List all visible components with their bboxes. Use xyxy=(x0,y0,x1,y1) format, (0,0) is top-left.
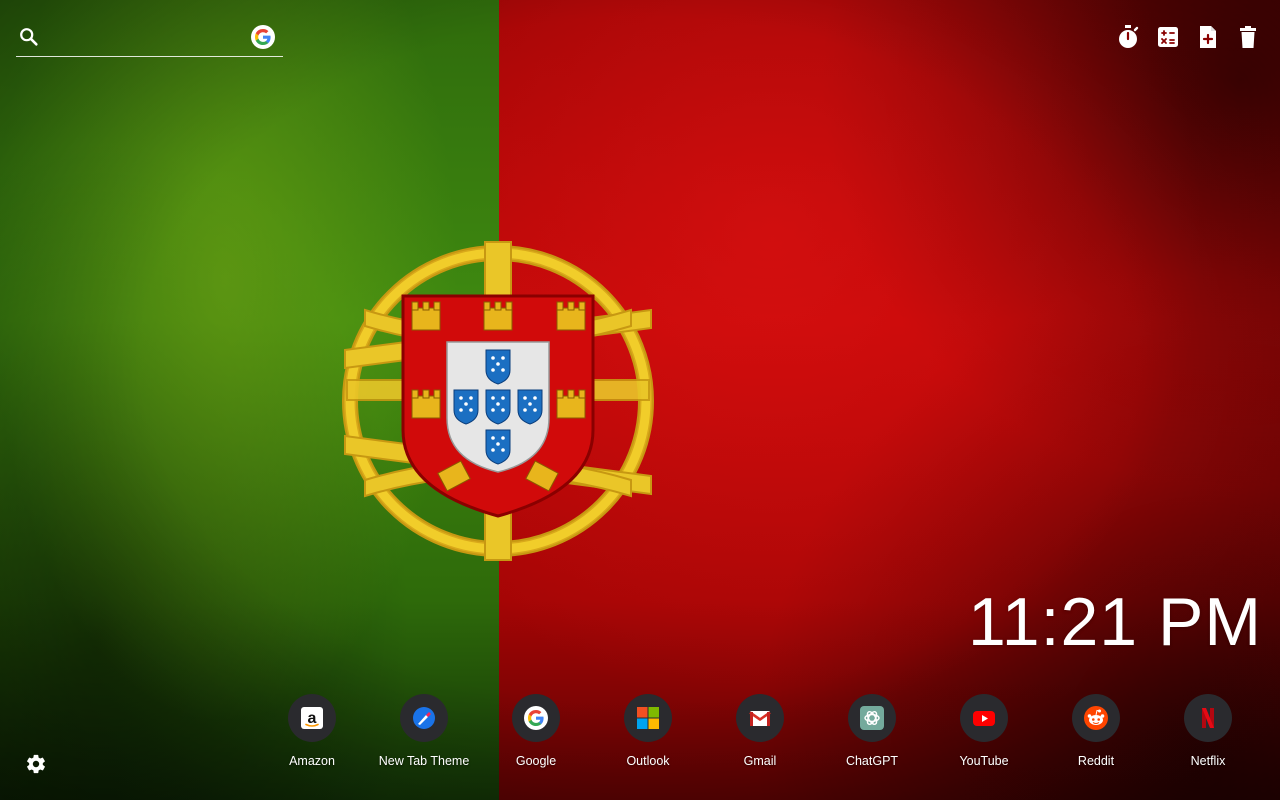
settings-gear-icon[interactable] xyxy=(25,753,47,775)
shortcut-reddit[interactable]: Reddit xyxy=(1044,694,1148,774)
svg-text:a: a xyxy=(308,710,317,727)
shortcut-chatgpt[interactable]: ChatGPT xyxy=(820,694,924,774)
shortcut-label: ChatGPT xyxy=(845,754,899,768)
trash-icon[interactable] xyxy=(1236,24,1260,50)
shortcut-bubble xyxy=(400,694,448,742)
portugal-coat-of-arms xyxy=(342,241,654,561)
timer-icon[interactable] xyxy=(1116,24,1140,50)
toolbar xyxy=(1116,24,1256,50)
shortcut-bubble xyxy=(848,694,896,742)
shortcut-label: Google xyxy=(515,754,557,768)
reddit-icon xyxy=(1084,706,1108,730)
chatgpt-icon xyxy=(860,706,884,730)
shortcut-bubble xyxy=(624,694,672,742)
shortcut-google[interactable]: Google xyxy=(484,694,588,774)
netflix-icon xyxy=(1202,708,1214,728)
shortcut-bubble xyxy=(960,694,1008,742)
shortcut-youtube[interactable]: YouTube xyxy=(932,694,1036,774)
shortcut-label: Amazon xyxy=(289,754,335,768)
shortcut-outlook[interactable]: Outlook xyxy=(596,694,700,774)
shortcut-new-tab-theme[interactable]: New Tab Theme xyxy=(372,694,476,774)
new-tab-theme-icon xyxy=(413,707,435,729)
outlook-icon xyxy=(637,707,659,729)
shortcut-label: Reddit xyxy=(1077,754,1115,768)
shortcut-label: YouTube xyxy=(959,754,1009,768)
calculator-icon[interactable] xyxy=(1156,24,1180,50)
new-note-icon[interactable] xyxy=(1196,24,1220,50)
shortcut-bubble xyxy=(1072,694,1120,742)
shortcut-label: New Tab Theme xyxy=(378,754,470,768)
wallpaper xyxy=(0,0,1280,800)
shortcut-bubble xyxy=(736,694,784,742)
gmail-icon xyxy=(749,711,771,726)
clock-time: 11:21 PM xyxy=(967,584,1262,660)
shortcut-bubble xyxy=(1184,694,1232,742)
shortcut-netflix[interactable]: Netflix xyxy=(1156,694,1260,774)
amazon-icon: a xyxy=(301,707,323,729)
search-input[interactable] xyxy=(50,24,254,52)
shortcut-gmail[interactable]: Gmail xyxy=(708,694,812,774)
shortcut-label: Netflix xyxy=(1190,754,1226,768)
google-icon xyxy=(524,706,548,730)
shortcut-amazon[interactable]: a Amazon xyxy=(260,694,364,774)
shortcut-bubble xyxy=(512,694,560,742)
shortcut-label: Gmail xyxy=(743,754,777,768)
shortcut-bubble: a xyxy=(288,694,336,742)
search-icon[interactable] xyxy=(18,26,40,48)
search-engine-google-icon[interactable] xyxy=(251,25,275,49)
youtube-icon xyxy=(973,711,995,726)
shortcut-label: Outlook xyxy=(626,754,670,768)
search-bar xyxy=(16,22,283,57)
